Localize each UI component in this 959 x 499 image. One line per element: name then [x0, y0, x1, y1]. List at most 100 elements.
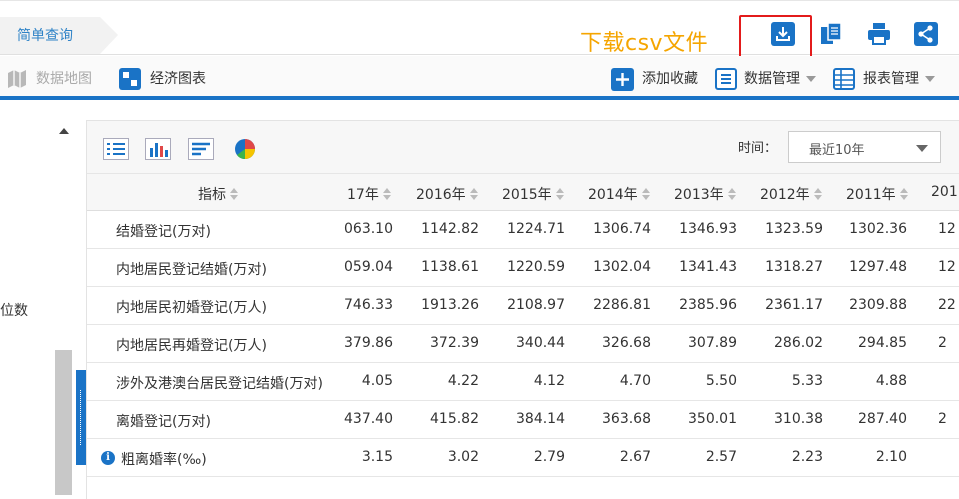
scroll-up-arrow-icon[interactable] [59, 128, 69, 134]
table-cell: 307.89 [688, 335, 737, 351]
panel-toolbar: 时间： 最近10年 [87, 121, 959, 174]
bar-chart-icon[interactable] [145, 138, 171, 160]
table-row[interactable]: 离婚登记(万对) 437.40 415.82 384.14 363.68 350.01 31… [87, 401, 959, 439]
table-cell: 350.01 [688, 411, 737, 427]
indicator-name: 离婚登记(万对) [116, 414, 211, 430]
year-column-header[interactable]: 2014年 [588, 184, 650, 204]
table-view-icon[interactable] [103, 138, 129, 160]
time-range-select[interactable]: 最近10年 [788, 131, 941, 163]
year-column-header[interactable]: 2011年 [846, 184, 908, 204]
indicator-header-label: 指标 [198, 187, 226, 203]
indicator-name: 粗离婚率(‰) [121, 452, 207, 468]
table-cell: 2 [938, 335, 947, 351]
tab-arrow [100, 17, 118, 54]
table-cell: 1302.36 [849, 221, 907, 237]
table-cell: 4.05 [361, 373, 393, 389]
chevron-down-icon [916, 145, 928, 152]
data-management-menu[interactable]: 数据管理 [744, 68, 816, 88]
table-cell: 746.33 [344, 297, 393, 313]
table-cell: 1138.61 [421, 259, 479, 275]
year-column-header[interactable]: 2013年 [674, 184, 736, 204]
table-cell: 1306.74 [593, 221, 651, 237]
table-row[interactable]: 涉外及港澳台居民登记结婚(万对) 4.05 4.22 4.12 4.70 5.50 5.33… [87, 363, 959, 401]
table-cell: 4.22 [447, 373, 479, 389]
table-cell: 2.79 [533, 449, 565, 465]
table-cell: 4.12 [533, 373, 565, 389]
sidebar-resize-handle[interactable] [76, 370, 86, 465]
table-cell: 363.68 [602, 411, 651, 427]
table-cell: 326.68 [602, 335, 651, 351]
sidebar-partial-label: 位数 [0, 303, 28, 319]
tab-simple-query-label: 简单查询 [17, 28, 73, 44]
year-column-header[interactable]: 2015年 [502, 184, 564, 204]
table-cell: 2286.81 [593, 297, 651, 313]
table-cell: 063.10 [344, 221, 393, 237]
table-cell: 1913.26 [421, 297, 479, 313]
table-cell: 4.70 [619, 373, 651, 389]
table-cell: 1346.93 [679, 221, 737, 237]
sort-icon [899, 188, 908, 200]
year-header-label: 2015年 [502, 187, 552, 203]
download-icon[interactable] [770, 21, 796, 47]
year-header-label: 201 [931, 184, 958, 200]
table-row[interactable]: 内地居民初婚登记(万人) 746.33 1913.26 2108.97 2286.81 2… [87, 287, 959, 325]
secondary-toolbar: 数据地图 经济图表 添加收藏 数据管理 报表管理 [0, 56, 959, 100]
table-cell: 4.88 [875, 373, 907, 389]
list-icon [715, 68, 737, 90]
table-row[interactable]: 结婚登记(万对) 063.10 1142.82 1224.71 1306.74 1346.… [87, 211, 959, 249]
table-cell: 1341.43 [679, 259, 737, 275]
table-cell: 287.40 [858, 411, 907, 427]
table-cell: 1142.82 [421, 221, 479, 237]
table-cell: 2.57 [705, 449, 737, 465]
indicator-name: 内地居民再婚登记(万人) [116, 338, 267, 354]
table-cell: 340.44 [516, 335, 565, 351]
table-cell: 294.85 [858, 335, 907, 351]
scrollbar-thumb[interactable] [55, 350, 72, 495]
download-csv-annotation: 下载csv文件 [580, 31, 709, 56]
data-panel: 时间： 最近10年 指标 17年 2016年 2015年 2014年 2013年 2012… [86, 120, 959, 499]
table-cell: 2108.97 [507, 297, 565, 313]
add-favorite-button[interactable]: 添加收藏 [642, 68, 698, 88]
year-column-header[interactable]: 2012年 [760, 184, 822, 204]
table-row[interactable]: i 粗离婚率(‰) 3.15 3.02 2.79 2.67 2.57 2.23 2.10 [87, 439, 959, 477]
report-management-menu[interactable]: 报表管理 [863, 68, 935, 88]
data-map-button[interactable]: 数据地图 [36, 68, 92, 88]
time-filter-label: 时间： [738, 141, 778, 156]
table-cell: 372.39 [430, 335, 479, 351]
report-management-label: 报表管理 [863, 71, 919, 87]
tab-simple-query[interactable]: 简单查询 [0, 17, 118, 54]
indicator-column-header[interactable]: 指标 [198, 184, 238, 204]
copy-icon[interactable] [818, 21, 844, 47]
year-column-header[interactable]: 2016年 [416, 184, 478, 204]
table-cell: 437.40 [344, 411, 393, 427]
table-cell: 5.33 [791, 373, 823, 389]
table-cell: 22 [938, 297, 956, 313]
table-cell: 415.82 [430, 411, 479, 427]
horizontal-bar-icon[interactable] [188, 138, 214, 160]
time-range-value: 最近10年 [809, 143, 865, 158]
share-icon[interactable] [913, 21, 939, 47]
chart-icon [119, 68, 141, 90]
table-row[interactable]: 内地居民再婚登记(万人) 379.86 372.39 340.44 326.68 307.… [87, 325, 959, 363]
table-cell: 2385.96 [679, 297, 737, 313]
year-column-header[interactable]: 17年 [347, 184, 391, 204]
table-row[interactable]: 内地居民登记结婚(万对) 059.04 1138.61 1220.59 1302.04 1… [87, 249, 959, 287]
year-column-header[interactable]: 201 [931, 184, 958, 200]
year-header-label: 17年 [347, 187, 379, 203]
table-cell: 1297.48 [849, 259, 907, 275]
year-header-label: 2014年 [588, 187, 638, 203]
print-icon[interactable] [866, 21, 892, 47]
table-cell: 286.02 [774, 335, 823, 351]
table-cell: 2.10 [875, 449, 907, 465]
pie-chart-icon[interactable] [232, 138, 258, 160]
table-cell: 3.02 [447, 449, 479, 465]
chevron-down-icon [806, 76, 816, 82]
info-icon[interactable]: i [101, 451, 115, 465]
economic-chart-button[interactable]: 经济图表 [150, 68, 206, 88]
year-header-label: 2012年 [760, 187, 810, 203]
table-cell: 2361.17 [765, 297, 823, 313]
table-cell: 1220.59 [507, 259, 565, 275]
indicator-name: 涉外及港澳台居民登记结婚(万对) [116, 376, 323, 392]
table-cell: 379.86 [344, 335, 393, 351]
table-cell: 2.67 [619, 449, 651, 465]
